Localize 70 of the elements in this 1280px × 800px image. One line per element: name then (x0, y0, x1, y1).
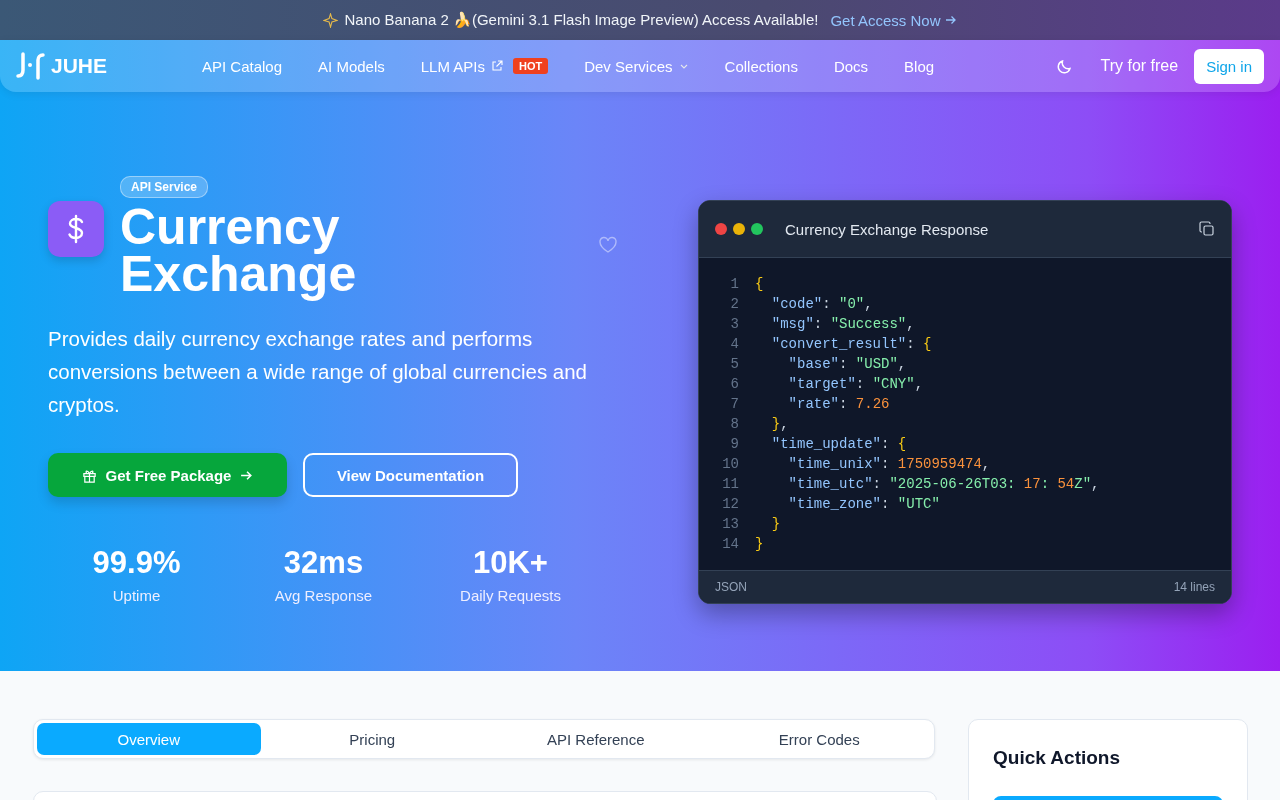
code-line: "time_zone": "UTC" (787, 496, 940, 512)
window-dot (715, 223, 727, 235)
tab[interactable]: Error Codes (707, 723, 931, 755)
code-line: "base": "USD", (787, 356, 907, 372)
api-service-tag: API Service (120, 176, 209, 198)
line-number: 10 (721, 456, 740, 472)
hot-badge: HOT (512, 58, 549, 74)
sign-in-button[interactable]: Sign in (1194, 48, 1264, 84)
code-line: { (755, 276, 764, 292)
code-line: }, (770, 416, 789, 432)
arrow-icon (240, 468, 254, 482)
line-number: 1 (729, 276, 740, 292)
line-number: 11 (721, 476, 740, 492)
nav-link[interactable]: LLM APIs HOT (420, 57, 549, 75)
try-for-free-link[interactable]: Try for free (1100, 57, 1179, 75)
code-line: "msg": "Success", (770, 316, 915, 332)
stat-value: 10K+ (473, 545, 548, 581)
code-line: } (770, 516, 781, 532)
line-number: 14 (721, 536, 740, 552)
description: Provides daily currency exchange rates and performs conversions between a wide range of global currencies and cryptos. (48, 326, 589, 418)
code-line: "target": "CNY", (787, 376, 924, 392)
announcement-text: Nano Banana 2 🍌(Gemini 3.1 Flash Image Preview) Access Available! (344, 11, 819, 29)
heart-icon[interactable] (598, 236, 618, 254)
tab[interactable]: Overview (37, 723, 261, 755)
stat-label: Avg Response (274, 587, 373, 604)
view-documentation-button[interactable]: View Documentation (303, 453, 518, 497)
line-count: 14 lines (1173, 580, 1215, 594)
logo-icon (16, 52, 46, 80)
code-line: } (755, 536, 764, 552)
nav-link[interactable]: Blog (904, 57, 935, 75)
stat-label: Uptime (112, 587, 161, 604)
nav-link[interactable]: AI Models (318, 57, 385, 75)
line-number: 2 (729, 296, 740, 312)
line-number: 5 (729, 356, 740, 372)
code-line: "time_utc": "2025-06-26T03: 17: 54Z", (787, 476, 1100, 492)
stat-value: 99.9% (92, 545, 181, 581)
line-number: 4 (729, 336, 740, 352)
code-line: "code": "0", (770, 296, 873, 312)
language-label: JSON (715, 580, 747, 594)
sparkle-icon (323, 12, 339, 28)
nav-link[interactable]: Dev Services (584, 57, 689, 75)
line-number: 3 (729, 316, 740, 332)
line-number: 13 (721, 516, 740, 532)
code-line: "time_update": { (770, 436, 907, 452)
window-dot (733, 223, 745, 235)
tab[interactable]: Pricing (260, 723, 484, 755)
external-link-icon (490, 60, 503, 72)
nav-link[interactable]: Docs (833, 57, 869, 75)
copy-icon[interactable] (1199, 221, 1215, 237)
logo-text: JUHE (51, 54, 108, 78)
line-number: 6 (729, 376, 740, 392)
stat-value: 32ms (283, 545, 364, 581)
code-line: "rate": 7.26 (787, 396, 890, 412)
nav-link[interactable]: Collections (724, 57, 798, 75)
line-number: 12 (721, 496, 740, 512)
quick-actions-title: Quick Actions (993, 747, 1121, 769)
stat-label: Daily Requests (460, 587, 561, 604)
line-number: 7 (729, 396, 740, 412)
code-window-title: Currency Exchange Response (785, 220, 990, 238)
line-number: 8 (729, 416, 740, 432)
get-free-package-button[interactable]: Get Free Package (48, 453, 287, 497)
window-dot (751, 223, 763, 235)
line-number: 9 (729, 436, 740, 452)
code-line: "time_unix": 1750959474, (787, 456, 991, 472)
dollar-icon (48, 201, 104, 257)
arrow-icon (944, 14, 957, 26)
tab[interactable]: API Reference (484, 723, 708, 755)
nav-link[interactable]: API Catalog (202, 57, 283, 75)
code-line: "convert_result": { (770, 336, 932, 352)
get-access-link[interactable]: Get Access Now (830, 11, 957, 29)
